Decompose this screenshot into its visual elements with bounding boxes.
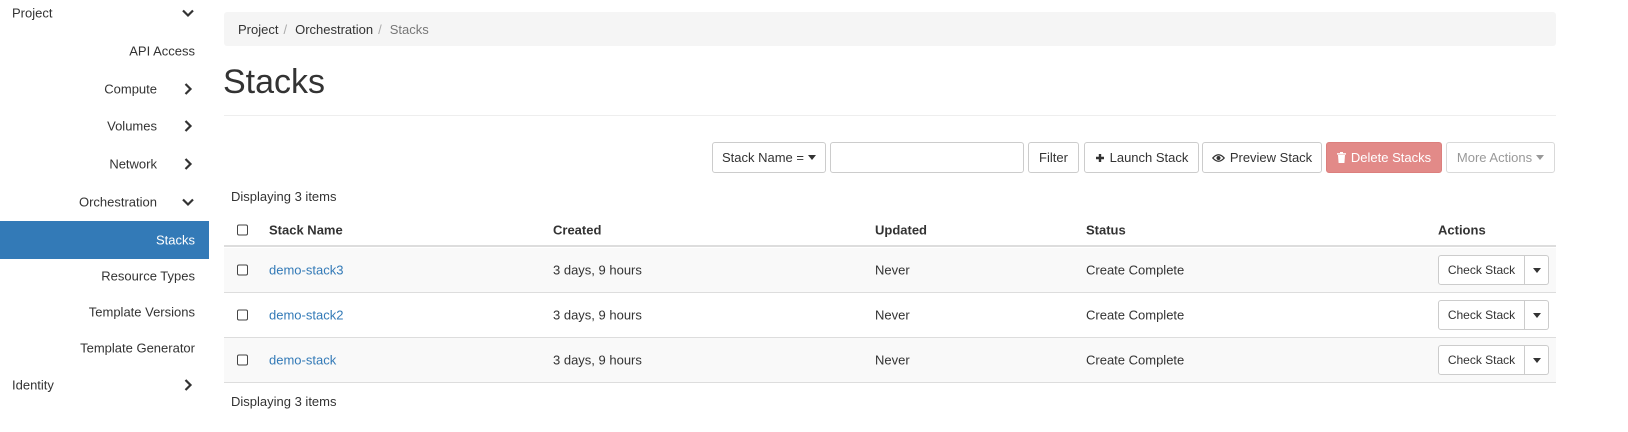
breadcrumb-stacks: Stacks [389, 21, 429, 37]
items-count-bottom: Displaying 3 items [231, 394, 337, 409]
caret-down-icon [1532, 312, 1541, 318]
caret-down-icon [1536, 155, 1545, 160]
chevron-right-icon [184, 158, 193, 170]
sidebar-item-project[interactable]: Project [0, 0, 209, 32]
title-divider [224, 115, 1556, 116]
sidebar-item-compute[interactable]: Compute [0, 70, 209, 108]
sidebar-item-label: Resource Types [101, 268, 195, 284]
updated-cell: Never [875, 262, 910, 278]
breadcrumb-project[interactable]: Project [238, 22, 278, 37]
caret-down-icon [1532, 267, 1541, 273]
status-cell: Create Complete [1086, 262, 1185, 278]
sidebar-item-label: API Access [129, 43, 195, 59]
filter-field-dropdown[interactable]: Stack Name = [712, 142, 826, 173]
stack-name-link[interactable]: demo-stack3 [269, 263, 343, 278]
check-stack-button[interactable]: Check Stack [1438, 255, 1525, 285]
table-row: demo-stack2 3 days, 9 hours Never Create… [224, 293, 1556, 338]
row-actions-dropdown-toggle[interactable] [1525, 255, 1549, 285]
breadcrumb-separator: / [283, 21, 288, 37]
table-header-row: Stack Name Created Updated Status Action… [224, 214, 1556, 247]
table-row: demo-stack3 3 days, 9 hours Never Create… [224, 248, 1556, 293]
chevron-right-icon [184, 83, 193, 95]
delete-stacks-label: Delete Stacks [1350, 150, 1432, 165]
caret-down-icon [1532, 357, 1541, 363]
sidebar-item-resource-types[interactable]: Resource Types [0, 257, 209, 295]
sidebar-item-label: Identity [12, 377, 54, 393]
created-cell: 3 days, 9 hours [553, 352, 642, 368]
status-cell: Create Complete [1086, 307, 1185, 323]
column-header-created[interactable]: Created [553, 222, 601, 237]
launch-stack-button[interactable]: Launch Stack [1084, 142, 1199, 173]
sidebar-item-orchestration[interactable]: Orchestration [0, 183, 209, 221]
sidebar-item-label: Compute [104, 81, 157, 97]
column-header-updated[interactable]: Updated [875, 222, 927, 237]
row-actions: Check Stack [1438, 300, 1549, 330]
breadcrumb-separator: / [378, 21, 382, 37]
items-count-top: Displaying 3 items [231, 189, 337, 204]
chevron-down-icon [182, 9, 194, 18]
sidebar-item-api-access[interactable]: API Access [0, 32, 209, 70]
trash-icon [1336, 152, 1346, 163]
filter-field-label: Stack Name = [721, 150, 804, 165]
launch-stack-label: Launch Stack [1109, 150, 1189, 165]
sidebar-item-label: Template Versions [88, 304, 195, 320]
breadcrumb: Project / Orchestration / Stacks [224, 12, 1556, 46]
created-cell: 3 days, 9 hours [553, 262, 642, 278]
filter-button[interactable]: Filter [1028, 142, 1079, 173]
caret-down-icon [808, 155, 816, 160]
preview-stack-button[interactable]: Preview Stack [1202, 142, 1322, 173]
updated-cell: Never [875, 307, 910, 323]
check-stack-button[interactable]: Check Stack [1438, 300, 1525, 330]
column-header-actions: Actions [1438, 222, 1486, 237]
sidebar-item-label: Orchestration [78, 194, 157, 210]
chevron-down-icon [182, 198, 194, 207]
sidebar-item-stacks[interactable]: Stacks [0, 221, 209, 259]
row-actions-dropdown-toggle[interactable] [1525, 345, 1549, 375]
row-checkbox[interactable] [237, 354, 248, 366]
stack-name-link[interactable]: demo-stack2 [269, 308, 343, 323]
created-cell: 3 days, 9 hours [553, 307, 642, 323]
delete-stacks-button[interactable]: Delete Stacks [1326, 142, 1442, 173]
plus-icon [1095, 153, 1105, 163]
sidebar-item-label: Network [109, 156, 157, 172]
more-actions-button[interactable]: More Actions [1446, 142, 1555, 173]
sidebar-item-label: Volumes [107, 118, 157, 134]
more-actions-label: More Actions [1456, 150, 1533, 165]
sidebar-item-template-versions[interactable]: Template Versions [0, 293, 209, 331]
preview-stack-label: Preview Stack [1229, 150, 1313, 165]
breadcrumb-orchestration[interactable]: Orchestration [295, 22, 373, 37]
sidebar: Project API Access Compute Volumes Netwo… [0, 0, 209, 432]
sidebar-item-identity[interactable]: Identity [0, 366, 209, 404]
filter-input[interactable] [830, 142, 1024, 173]
status-cell: Create Complete [1086, 352, 1185, 368]
table-row: demo-stack 3 days, 9 hours Never Create … [224, 338, 1556, 383]
row-actions: Check Stack [1438, 255, 1549, 285]
sidebar-item-template-generator[interactable]: Template Generator [0, 329, 209, 367]
chevron-right-icon [184, 120, 193, 132]
chevron-right-icon [184, 379, 193, 391]
check-stack-button[interactable]: Check Stack [1438, 345, 1525, 375]
column-header-status[interactable]: Status [1086, 222, 1126, 237]
sidebar-item-label: Project [12, 5, 53, 21]
sidebar-item-label: Template Generator [80, 340, 195, 356]
filter-button-label: Filter [1039, 150, 1068, 165]
row-checkbox[interactable] [237, 309, 248, 321]
sidebar-item-volumes[interactable]: Volumes [0, 107, 209, 145]
select-all-checkbox[interactable] [237, 224, 248, 235]
row-checkbox[interactable] [237, 264, 248, 276]
row-actions-dropdown-toggle[interactable] [1525, 300, 1549, 330]
updated-cell: Never [875, 352, 910, 368]
column-header-stack-name[interactable]: Stack Name [269, 222, 343, 237]
stack-name-link[interactable]: demo-stack [269, 353, 336, 368]
page-title: Stacks [223, 63, 326, 101]
sidebar-item-label: Stacks [155, 232, 195, 248]
eye-icon [1211, 153, 1225, 163]
sidebar-item-network[interactable]: Network [0, 145, 209, 183]
row-actions: Check Stack [1438, 345, 1549, 375]
